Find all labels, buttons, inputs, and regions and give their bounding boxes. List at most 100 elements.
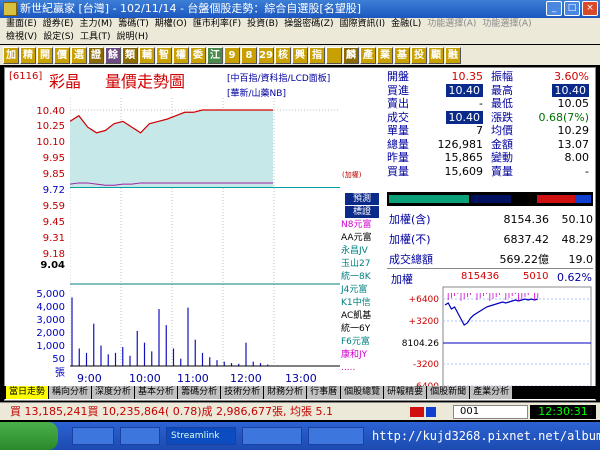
menu-item[interactable]: 期權(O) bbox=[155, 18, 187, 31]
menu-item[interactable]: 操盤密碼(Z) bbox=[284, 18, 333, 31]
task-item[interactable] bbox=[120, 427, 160, 445]
menu-item[interactable]: 工具(T) bbox=[80, 31, 111, 44]
menu-item[interactable]: 國際資訊(I) bbox=[339, 18, 385, 31]
tab-5[interactable]: 技術分析 bbox=[221, 386, 264, 399]
toolbar-button[interactable]: 基 bbox=[394, 46, 410, 64]
forecast-button[interactable]: 預測 bbox=[345, 193, 379, 205]
task-item[interactable] bbox=[72, 427, 114, 445]
toolbar-button[interactable]: 選 bbox=[71, 46, 87, 64]
toolbar-button[interactable]: 業 bbox=[377, 46, 393, 64]
toolbar-button[interactable]: 9 bbox=[224, 46, 240, 64]
price-area bbox=[70, 110, 273, 188]
menu-item[interactable]: 檢視(V) bbox=[6, 31, 37, 44]
task-item-streamlink[interactable]: Streamlink bbox=[166, 427, 236, 445]
toolbar-button[interactable]: 興 bbox=[292, 46, 308, 64]
toolbar-button[interactable]: 餘 bbox=[105, 46, 121, 64]
quote-value: 7 bbox=[476, 124, 483, 137]
window-controls: _ □ × bbox=[546, 1, 598, 16]
start-button[interactable] bbox=[0, 422, 58, 450]
quote-row: 買量 15,609 賣量 - bbox=[387, 165, 593, 179]
sector-link-1[interactable]: [中百指/資科指/LCD面板] bbox=[227, 71, 330, 84]
quote-label: 開盤 bbox=[387, 70, 409, 83]
menu-item[interactable]: 設定(S) bbox=[43, 31, 74, 44]
index-summary: 加權(含) 8154.36 50.10 加權(不) 6837.42 48.29 成交總額 56… bbox=[389, 210, 593, 270]
toolbar-button[interactable]: 權 bbox=[173, 46, 189, 64]
task-item[interactable] bbox=[308, 427, 364, 445]
tab-8[interactable]: 個股總覽 bbox=[341, 386, 384, 399]
tab-1[interactable]: 稱向分析 bbox=[49, 386, 92, 399]
menu-item[interactable]: 功能選擇(A) bbox=[427, 18, 476, 31]
toolbar-button[interactable]: 8 bbox=[241, 46, 257, 64]
menu-item[interactable]: 匯市利率(F) bbox=[193, 18, 241, 31]
menu-item[interactable]: 投資(B) bbox=[247, 18, 278, 31]
toolbar-button[interactable]: 核 bbox=[275, 46, 291, 64]
tab-7[interactable]: 行事曆 bbox=[307, 386, 341, 399]
stock-name: 彩晶 bbox=[49, 72, 82, 91]
price-tick: 9.04 bbox=[40, 260, 65, 271]
volume-tick: 3,000 bbox=[36, 315, 65, 326]
tab-11[interactable]: 產業分析 bbox=[470, 386, 513, 399]
quote-label: 振幅 bbox=[491, 70, 513, 83]
menu-item[interactable]: 畫面(E) bbox=[6, 18, 37, 31]
toolbar-button[interactable] bbox=[326, 46, 342, 64]
tab-4[interactable]: 籌碼分析 bbox=[178, 386, 221, 399]
maximize-button[interactable]: □ bbox=[564, 1, 580, 16]
tab-6[interactable]: 財務分析 bbox=[264, 386, 307, 399]
toolbar-button[interactable]: 開 bbox=[37, 46, 53, 64]
index-value: 8154.36 bbox=[503, 213, 550, 226]
toolbar-button[interactable]: 顯 bbox=[428, 46, 444, 64]
toolbar-button[interactable]: 價 bbox=[54, 46, 70, 64]
toolbar-button[interactable]: 類 bbox=[122, 46, 138, 64]
price-tick: 9.72 bbox=[42, 185, 65, 196]
tab-9[interactable]: 研報精要 bbox=[384, 386, 427, 399]
tab-10[interactable]: 個股新聞 bbox=[427, 386, 470, 399]
price-tick: 9.95 bbox=[42, 153, 65, 164]
legend-item: 統一6Y bbox=[341, 324, 371, 334]
quote-value: 0.68(7%) bbox=[538, 110, 589, 124]
volume-tick: 2,000 bbox=[36, 328, 65, 339]
quote-value: 15,865 bbox=[444, 151, 484, 164]
quote-label: 昨量 bbox=[387, 151, 409, 164]
mini-change: 5010 bbox=[523, 271, 549, 282]
quote-row: 開盤 10.35 振幅 3.60% bbox=[387, 70, 593, 84]
mini-tick: 8104.26 bbox=[402, 339, 439, 349]
volume-tick: 1,000 bbox=[36, 341, 65, 352]
time-tick: 10:00 bbox=[129, 372, 161, 385]
menu-item[interactable]: 籌碼(T) bbox=[118, 18, 149, 31]
minimize-button[interactable]: _ bbox=[546, 1, 562, 16]
toolbar-button[interactable]: 融 bbox=[445, 46, 461, 64]
legend-item: AC凱基 bbox=[341, 311, 372, 321]
index-label: 加權(不) bbox=[389, 233, 431, 246]
toolbar-button[interactable]: 輔 bbox=[139, 46, 155, 64]
close-button[interactable]: × bbox=[582, 1, 598, 16]
task-item[interactable] bbox=[242, 427, 302, 445]
toolbar-button[interactable]: 麟 bbox=[343, 46, 359, 64]
toolbar-button[interactable]: 投 bbox=[411, 46, 427, 64]
tab-2[interactable]: 深度分析 bbox=[92, 386, 135, 399]
toolbar-button[interactable]: 江 bbox=[207, 46, 223, 64]
menu-item[interactable]: 主力(M) bbox=[79, 18, 112, 31]
toolbar-button[interactable]: 委 bbox=[190, 46, 206, 64]
toolbar-button[interactable]: 加 bbox=[3, 46, 19, 64]
toolbar-button[interactable]: 29 bbox=[258, 46, 274, 64]
quote-row: 昨量 15,865 變動 8.00 bbox=[387, 151, 593, 165]
toolbar-button[interactable]: 精 bbox=[20, 46, 36, 64]
quote-value: - bbox=[479, 97, 483, 110]
quote-row: 成交 10.40 漲跌 0.68(7%) bbox=[387, 110, 593, 125]
menu-item[interactable]: 說明(H) bbox=[116, 31, 148, 44]
toolbar-button[interactable]: 產 bbox=[360, 46, 376, 64]
price-tick: 9.31 bbox=[42, 233, 65, 244]
menu-item[interactable]: 金融(L) bbox=[391, 18, 421, 31]
tag-button[interactable]: 標證 bbox=[345, 206, 379, 218]
menu-item[interactable]: 證券(E) bbox=[43, 18, 74, 31]
toolbar-button[interactable]: 指 bbox=[309, 46, 325, 64]
mini-tick: +3200 bbox=[409, 317, 440, 327]
toolbar-button[interactable]: 智 bbox=[156, 46, 172, 64]
page-box[interactable]: 001 bbox=[453, 405, 528, 419]
tab-3[interactable]: 基本分析 bbox=[135, 386, 178, 399]
app-icon bbox=[3, 2, 17, 16]
tab-0[interactable]: 當日走勢 bbox=[6, 386, 49, 399]
toolbar-button[interactable]: 證 bbox=[88, 46, 104, 64]
menu-item[interactable]: 功能選擇(A) bbox=[482, 18, 531, 31]
legend-item: 康和JY bbox=[341, 350, 368, 360]
